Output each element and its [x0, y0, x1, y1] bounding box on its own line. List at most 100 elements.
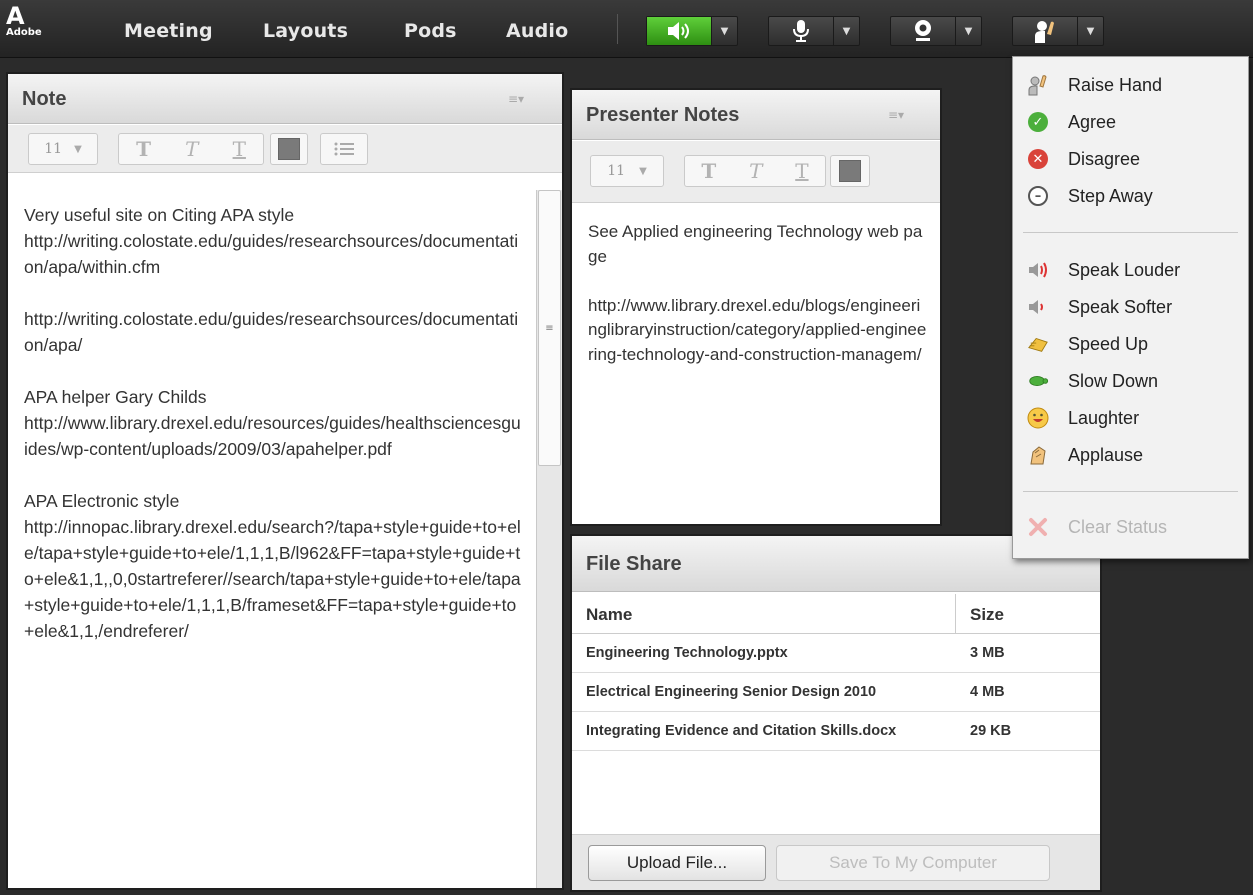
status-item-agree[interactable]: ✓ Agree	[1013, 104, 1248, 140]
chevron-down-icon: ▼	[74, 143, 82, 155]
status-item-speak-louder[interactable]: Speak Louder	[1013, 252, 1248, 288]
file-size: 4 MB	[970, 684, 1005, 700]
microphone-icon	[769, 17, 833, 45]
file-name: Electrical Engineering Senior Design 201…	[586, 684, 877, 700]
presenter-notes-content[interactable]: See Applied engineering Technology web p…	[588, 220, 928, 367]
font-size-value: 11	[44, 141, 63, 157]
scrollbar-thumb[interactable]: ≡	[538, 190, 561, 466]
status-item-label: Step Away	[1068, 185, 1153, 206]
status-item-label: Slow Down	[1068, 370, 1159, 391]
upload-file-button[interactable]: Upload File...	[588, 845, 766, 881]
font-size-select[interactable]: 11 ▼	[590, 155, 664, 187]
file-share-title: File Share	[586, 553, 682, 575]
table-row[interactable]: Integrating Evidence and Citation Skills…	[572, 713, 1100, 751]
speaker-dropdown-chevron-icon[interactable]: ▼	[711, 17, 737, 45]
status-item-applause[interactable]: Applause	[1013, 437, 1248, 473]
raise-hand-status-icon	[1013, 17, 1077, 45]
menu-pods[interactable]: Pods	[404, 20, 457, 42]
webcam-dropdown-chevron-icon[interactable]: ▼	[955, 17, 981, 45]
table-row[interactable]: Electrical Engineering Senior Design 201…	[572, 674, 1100, 712]
underline-icon[interactable]: T	[233, 137, 246, 161]
note-content[interactable]: Very useful site on Citing APA style htt…	[24, 202, 524, 644]
step-away-icon: –	[1027, 185, 1049, 207]
note-scrollbar[interactable]: ≡	[536, 190, 562, 888]
status-dropdown-chevron-icon[interactable]: ▼	[1077, 17, 1103, 45]
bold-icon[interactable]: T	[701, 159, 716, 183]
font-size-select[interactable]: 11 ▼	[28, 133, 98, 165]
file-name: Engineering Technology.pptx	[586, 645, 788, 661]
table-row[interactable]: Engineering Technology.pptx 3 MB	[572, 635, 1100, 673]
status-item-label: Applause	[1068, 444, 1144, 465]
text-style-group: T T T	[684, 155, 826, 187]
column-divider[interactable]	[955, 594, 956, 634]
file-size: 3 MB	[970, 645, 1005, 661]
status-item-clear-status[interactable]: Clear Status	[1013, 509, 1248, 545]
file-share-pod: File Share Name Size Engineering Technol…	[570, 534, 1102, 892]
file-share-footer: Upload File... Save To My Computer	[572, 834, 1100, 890]
save-to-computer-button[interactable]: Save To My Computer	[776, 845, 1050, 881]
status-item-slow-down[interactable]: Slow Down	[1013, 363, 1248, 399]
column-header-name[interactable]: Name	[586, 605, 632, 625]
status-item-label: Speak Louder	[1068, 259, 1181, 280]
color-swatch-icon	[278, 138, 300, 160]
italic-icon[interactable]: T	[185, 137, 198, 161]
menu-divider	[1023, 491, 1238, 492]
status-item-label: Laughter	[1068, 407, 1140, 428]
status-item-label: Disagree	[1068, 148, 1141, 169]
disagree-icon: ✕	[1027, 148, 1049, 170]
speaker-icon	[647, 17, 711, 45]
column-header-size[interactable]: Size	[970, 605, 1004, 625]
status-item-label: Agree	[1068, 111, 1117, 132]
file-name: Integrating Evidence and Citation Skills…	[586, 723, 897, 739]
menu-meeting[interactable]: Meeting	[124, 20, 213, 42]
status-item-laughter[interactable]: Laughter	[1013, 400, 1248, 436]
status-button[interactable]: ▼	[1012, 16, 1104, 46]
status-item-disagree[interactable]: ✕ Disagree	[1013, 141, 1248, 177]
file-table-header: Name Size	[572, 594, 1100, 634]
text-color-button[interactable]	[270, 133, 308, 165]
color-swatch-icon	[839, 160, 861, 182]
italic-icon[interactable]: T	[749, 159, 762, 183]
file-size: 29 KB	[970, 723, 1012, 739]
presenter-format-toolbar: 11 ▼ T T T	[572, 141, 940, 203]
raise-hand-icon	[1027, 74, 1049, 96]
speak-softer-icon	[1027, 296, 1049, 318]
note-pod-title: Note	[22, 88, 67, 110]
note-pod-header: Note ≡▾	[8, 74, 562, 124]
webcam-button[interactable]: ▼	[890, 16, 982, 46]
speak-louder-icon	[1027, 259, 1049, 281]
speed-up-icon	[1027, 333, 1049, 355]
bullet-list-button[interactable]	[320, 133, 368, 165]
pod-options-menu-icon[interactable]: ≡▾	[508, 92, 524, 106]
clear-status-icon	[1027, 516, 1049, 538]
presenter-notes-pod: Presenter Notes ≡▾ 11 ▼ T T T See Applie…	[570, 88, 942, 526]
chevron-down-icon: ▼	[639, 165, 647, 177]
text-color-button[interactable]	[830, 155, 870, 187]
speaker-toggle-button[interactable]: ▼	[646, 16, 738, 46]
status-item-speak-softer[interactable]: Speak Softer	[1013, 289, 1248, 325]
font-size-value: 11	[607, 163, 626, 179]
status-item-label: Raise Hand	[1068, 74, 1163, 95]
presenter-pod-header: Presenter Notes ≡▾	[572, 90, 940, 140]
menu-audio[interactable]: Audio	[506, 20, 568, 42]
adobe-logo-text: Adobe	[6, 27, 42, 38]
status-item-raise-hand[interactable]: Raise Hand	[1013, 67, 1248, 103]
menu-layouts[interactable]: Layouts	[263, 20, 348, 42]
status-item-speed-up[interactable]: Speed Up	[1013, 326, 1248, 362]
note-format-toolbar: 11 ▼ T T T	[8, 125, 562, 173]
status-item-step-away[interactable]: – Step Away	[1013, 178, 1248, 214]
agree-icon: ✓	[1027, 111, 1049, 133]
pod-options-menu-icon[interactable]: ≡▾	[888, 108, 904, 122]
bold-icon[interactable]: T	[136, 137, 151, 161]
bullet-list-icon	[334, 142, 354, 156]
menu-divider	[1023, 232, 1238, 233]
menu-separator	[617, 14, 618, 44]
underline-icon[interactable]: T	[795, 159, 808, 183]
status-item-label: Speak Softer	[1068, 296, 1173, 317]
microphone-button[interactable]: ▼	[768, 16, 860, 46]
webcam-icon	[891, 17, 955, 45]
adobe-logo-mark: A	[6, 2, 25, 30]
microphone-dropdown-chevron-icon[interactable]: ▼	[833, 17, 859, 45]
status-item-label: Clear Status	[1068, 516, 1168, 537]
presenter-pod-title: Presenter Notes	[586, 104, 740, 126]
